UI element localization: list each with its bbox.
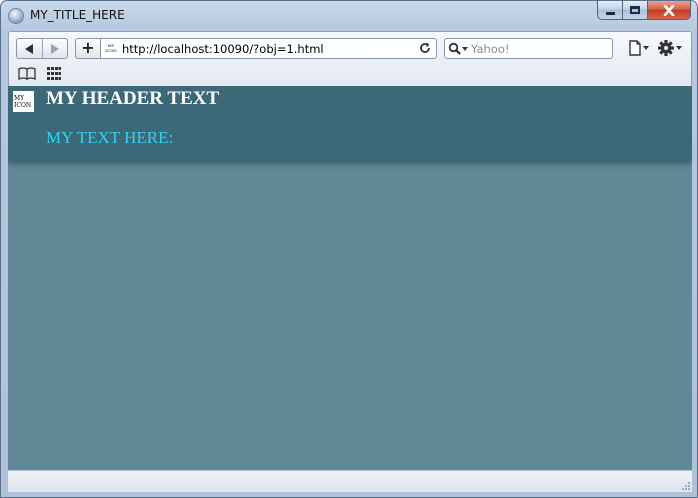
grid-icon[interactable] (47, 67, 61, 80)
window-controls (597, 1, 691, 20)
maximize-icon (630, 6, 640, 14)
page-subtext: MY TEXT HERE: (46, 128, 174, 147)
site-favicon: MY ICON (105, 43, 117, 53)
back-button[interactable] (17, 39, 42, 58)
browser-window: MY_TITLE_HERE + MY ICON http://localhost… (0, 0, 698, 498)
forward-arrow-icon (50, 43, 59, 54)
forward-button[interactable] (41, 39, 68, 58)
page-title: MY HEADER TEXT (46, 88, 220, 109)
open-book-icon[interactable] (18, 67, 36, 80)
reload-icon[interactable] (418, 41, 432, 55)
browser-toolbar: + MY ICON http://localhost:10090/?obj=1.… (8, 31, 692, 86)
title-bar: MY_TITLE_HERE (1, 1, 697, 29)
header-logo: MY ICON (13, 91, 34, 112)
maximize-button[interactable] (623, 1, 648, 20)
address-text[interactable]: http://localhost:10090/?obj=1.html (122, 42, 324, 56)
add-bookmark-button[interactable]: + (75, 38, 100, 59)
address-bar[interactable]: MY ICON http://localhost:10090/?obj=1.ht… (100, 38, 437, 59)
page-header: MY ICON MY HEADER TEXT MY TEXT HERE: (8, 86, 692, 161)
magnifier-icon[interactable] (448, 42, 470, 56)
search-bar[interactable]: Yahoo! (444, 38, 613, 59)
navigation-buttons (16, 38, 68, 59)
close-icon (663, 4, 675, 16)
status-bar (8, 470, 692, 492)
minimize-icon (605, 11, 615, 15)
gear-icon[interactable] (657, 39, 683, 57)
close-button[interactable] (648, 1, 691, 20)
window-title: MY_TITLE_HERE (30, 8, 125, 22)
page-icon[interactable] (628, 40, 650, 56)
back-arrow-icon (25, 43, 34, 54)
resize-grip-icon[interactable] (680, 480, 690, 490)
search-placeholder: Yahoo! (471, 42, 510, 56)
page-viewport: MY ICON MY HEADER TEXT MY TEXT HERE: (8, 86, 692, 470)
minimize-button[interactable] (597, 1, 623, 20)
browser-logo-icon (8, 8, 24, 24)
